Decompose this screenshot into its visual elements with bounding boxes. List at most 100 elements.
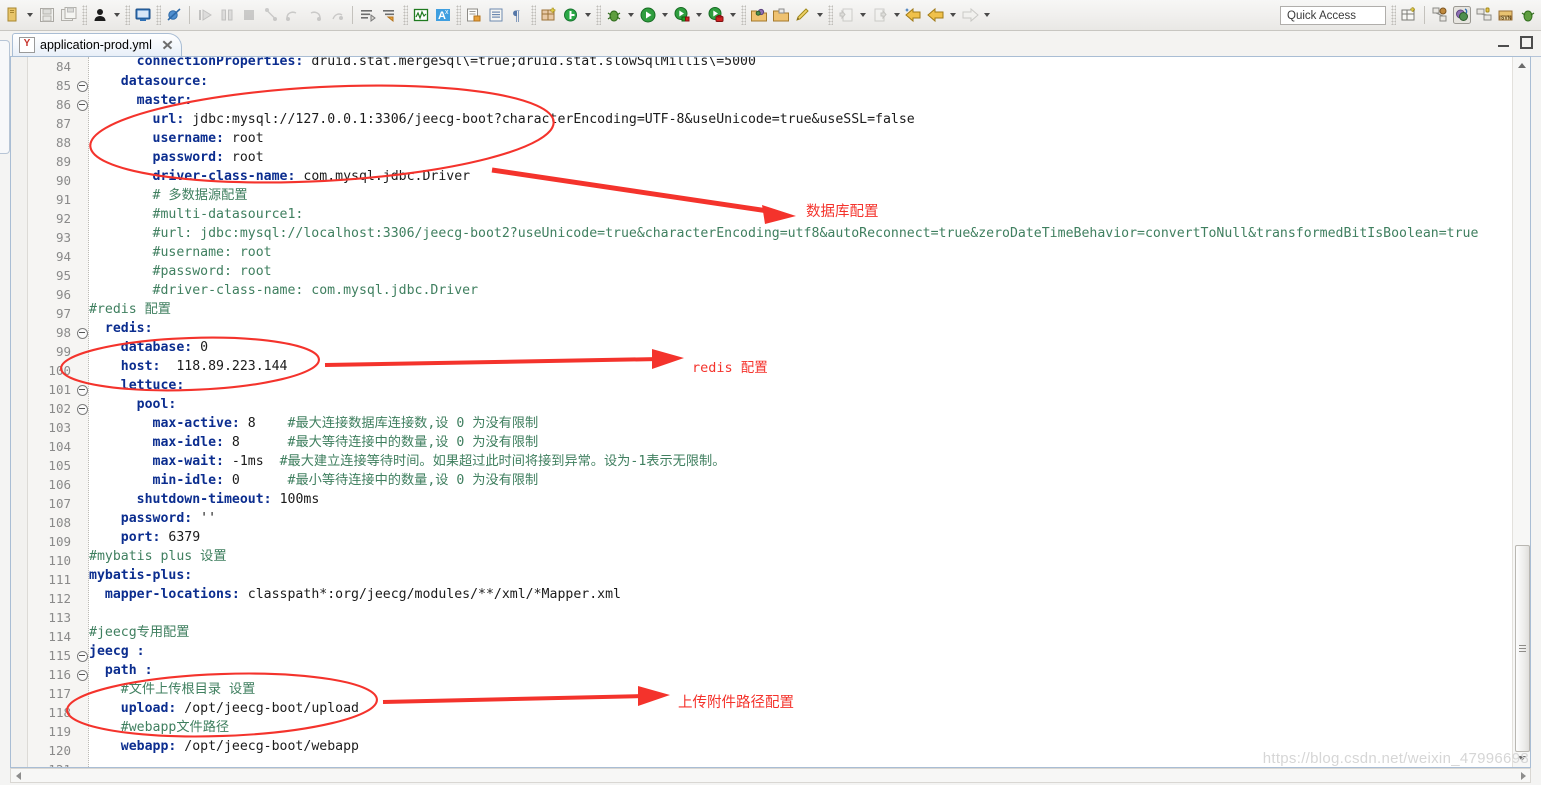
code-line[interactable]: port: 6379: [89, 528, 1530, 547]
coverage-icon[interactable]: [410, 4, 432, 26]
step-into-icon[interactable]: [260, 4, 282, 26]
code-line[interactable]: #webapp文件路径: [89, 718, 1530, 737]
maximize-icon[interactable]: [1520, 36, 1533, 49]
export-icon[interactable]: [869, 4, 891, 26]
fold-collapse-icon[interactable]: [76, 646, 88, 665]
code-line[interactable]: pool:: [89, 395, 1530, 414]
perspective-team-sync-icon[interactable]: [1429, 4, 1451, 26]
import-dropdown-arrow[interactable]: [857, 4, 869, 26]
new-package-icon[interactable]: [538, 4, 560, 26]
editor-horizontal-scrollbar[interactable]: [10, 768, 1531, 783]
code-line[interactable]: #mybatis plus 设置: [89, 547, 1530, 566]
fold-collapse-icon[interactable]: [76, 323, 88, 342]
previous-annotation-icon[interactable]: [379, 4, 401, 26]
code-line[interactable]: url: jdbc:mysql://127.0.0.1:3306/jeecg-b…: [89, 110, 1530, 129]
pilcrow-icon[interactable]: ¶: [507, 4, 529, 26]
person-dropdown-arrow[interactable]: [111, 4, 123, 26]
editor-vertical-scrollbar[interactable]: [1512, 57, 1530, 767]
run-coverage-icon[interactable]: [671, 4, 693, 26]
open-task-icon[interactable]: [463, 4, 485, 26]
run-icon[interactable]: [637, 4, 659, 26]
back-history-icon[interactable]: [903, 4, 925, 26]
spell-check-icon[interactable]: Ax: [432, 4, 454, 26]
step-return-icon[interactable]: [304, 4, 326, 26]
save-icon[interactable]: [36, 4, 58, 26]
fold-collapse-icon[interactable]: [76, 380, 88, 399]
perspective-debug-icon[interactable]: [1517, 4, 1539, 26]
new-file-dropdown-arrow[interactable]: [814, 4, 826, 26]
next-annotation-icon[interactable]: [357, 4, 379, 26]
code-line[interactable]: password: root: [89, 148, 1530, 167]
code-line[interactable]: #url: jdbc:mysql://localhost:3306/jeecg-…: [89, 224, 1530, 243]
open-element-icon[interactable]: [485, 4, 507, 26]
code-line[interactable]: #driver-class-name: com.mysql.jdbc.Drive…: [89, 281, 1530, 300]
code-line[interactable]: master:: [89, 91, 1530, 110]
code-line[interactable]: database: 0: [89, 338, 1530, 357]
fold-collapse-icon[interactable]: [76, 95, 88, 114]
scroll-left-icon[interactable]: [11, 769, 25, 782]
git-dropdown-arrow[interactable]: [582, 4, 594, 26]
code-line[interactable]: lettuce:: [89, 376, 1530, 395]
code-line[interactable]: #文件上传根目录 设置: [89, 680, 1530, 699]
code-line[interactable]: max-wait: -1ms #最大建立连接等待时间。如果超过此时间将接到异常。…: [89, 452, 1530, 471]
code-line[interactable]: upload: /opt/jeecg-boot/upload: [89, 699, 1530, 718]
code-line[interactable]: jeecg :: [89, 642, 1530, 661]
fold-collapse-icon[interactable]: [76, 665, 88, 684]
console-icon[interactable]: [132, 4, 154, 26]
fold-collapse-icon[interactable]: [76, 76, 88, 95]
code-line[interactable]: max-active: 8 #最大连接数据库连接数,设 0 为没有限制: [89, 414, 1530, 433]
save-all-icon[interactable]: [58, 4, 80, 26]
new-wizard-dropdown-arrow[interactable]: [24, 4, 36, 26]
run-coverage-dropdown-arrow[interactable]: [693, 4, 705, 26]
code-line[interactable]: mybatis-plus:: [89, 566, 1530, 585]
terminate-icon[interactable]: [238, 4, 260, 26]
code-line[interactable]: shutdown-timeout: 100ms: [89, 490, 1530, 509]
code-line[interactable]: #username: root: [89, 243, 1530, 262]
code-line[interactable]: mapper-locations: classpath*:org/jeecg/m…: [89, 585, 1530, 604]
code-line[interactable]: #password: root: [89, 262, 1530, 281]
git-icon[interactable]: [560, 4, 582, 26]
new-file-pencil-icon[interactable]: [792, 4, 814, 26]
code-line[interactable]: host: 118.89.223.144: [89, 357, 1530, 376]
back-dropdown-arrow[interactable]: [947, 4, 959, 26]
code-line[interactable]: connectionProperties: druid.stat.mergeSq…: [89, 57, 1530, 72]
fold-collapse-icon[interactable]: [76, 399, 88, 418]
drop-to-frame-icon[interactable]: [326, 4, 348, 26]
person-icon[interactable]: [89, 4, 111, 26]
vertical-scrollbar-thumb[interactable]: [1515, 545, 1530, 752]
collapsed-view-stub[interactable]: [0, 40, 10, 154]
code-line[interactable]: # 多数据源配置: [89, 186, 1530, 205]
quick-access-input[interactable]: Quick Access: [1280, 6, 1386, 25]
debug-icon[interactable]: [603, 4, 625, 26]
step-over-icon[interactable]: [282, 4, 304, 26]
minimize-icon[interactable]: [1497, 36, 1510, 49]
skip-all-breakpoints-icon[interactable]: [163, 4, 185, 26]
forward-icon[interactable]: [959, 4, 981, 26]
code-line[interactable]: driver-class-name: com.mysql.jdbc.Driver: [89, 167, 1530, 186]
editor-folding-bar[interactable]: [76, 57, 89, 767]
run-server-dropdown-arrow[interactable]: [727, 4, 739, 26]
code-line[interactable]: path :: [89, 661, 1530, 680]
new-java-package-folder-icon[interactable]: [748, 4, 770, 26]
perspective-svn-icon[interactable]: SVN: [1495, 4, 1517, 26]
code-line[interactable]: #redis 配置: [89, 300, 1530, 319]
forward-dropdown-arrow[interactable]: [981, 4, 993, 26]
code-line[interactable]: password: '': [89, 509, 1530, 528]
scroll-right-icon[interactable]: [1516, 769, 1530, 782]
close-icon[interactable]: [161, 39, 173, 51]
editor-tab-application-prod-yml[interactable]: Y application-prod.yml: [12, 33, 182, 56]
export-dropdown-arrow[interactable]: [891, 4, 903, 26]
code-line[interactable]: [89, 604, 1530, 623]
new-wizard-icon[interactable]: [2, 4, 24, 26]
back-icon[interactable]: [925, 4, 947, 26]
run-dropdown-arrow[interactable]: [659, 4, 671, 26]
suspend-icon[interactable]: [216, 4, 238, 26]
scroll-up-icon[interactable]: [1513, 57, 1530, 74]
new-perspective-icon[interactable]: [1398, 4, 1420, 26]
run-server-icon[interactable]: [705, 4, 727, 26]
editor-marker-bar[interactable]: [11, 57, 28, 767]
code-line[interactable]: redis:: [89, 319, 1530, 338]
code-line[interactable]: max-idle: 8 #最大等待连接中的数量,设 0 为没有限制: [89, 433, 1530, 452]
import-icon[interactable]: [835, 4, 857, 26]
code-line[interactable]: datasource:: [89, 72, 1530, 91]
